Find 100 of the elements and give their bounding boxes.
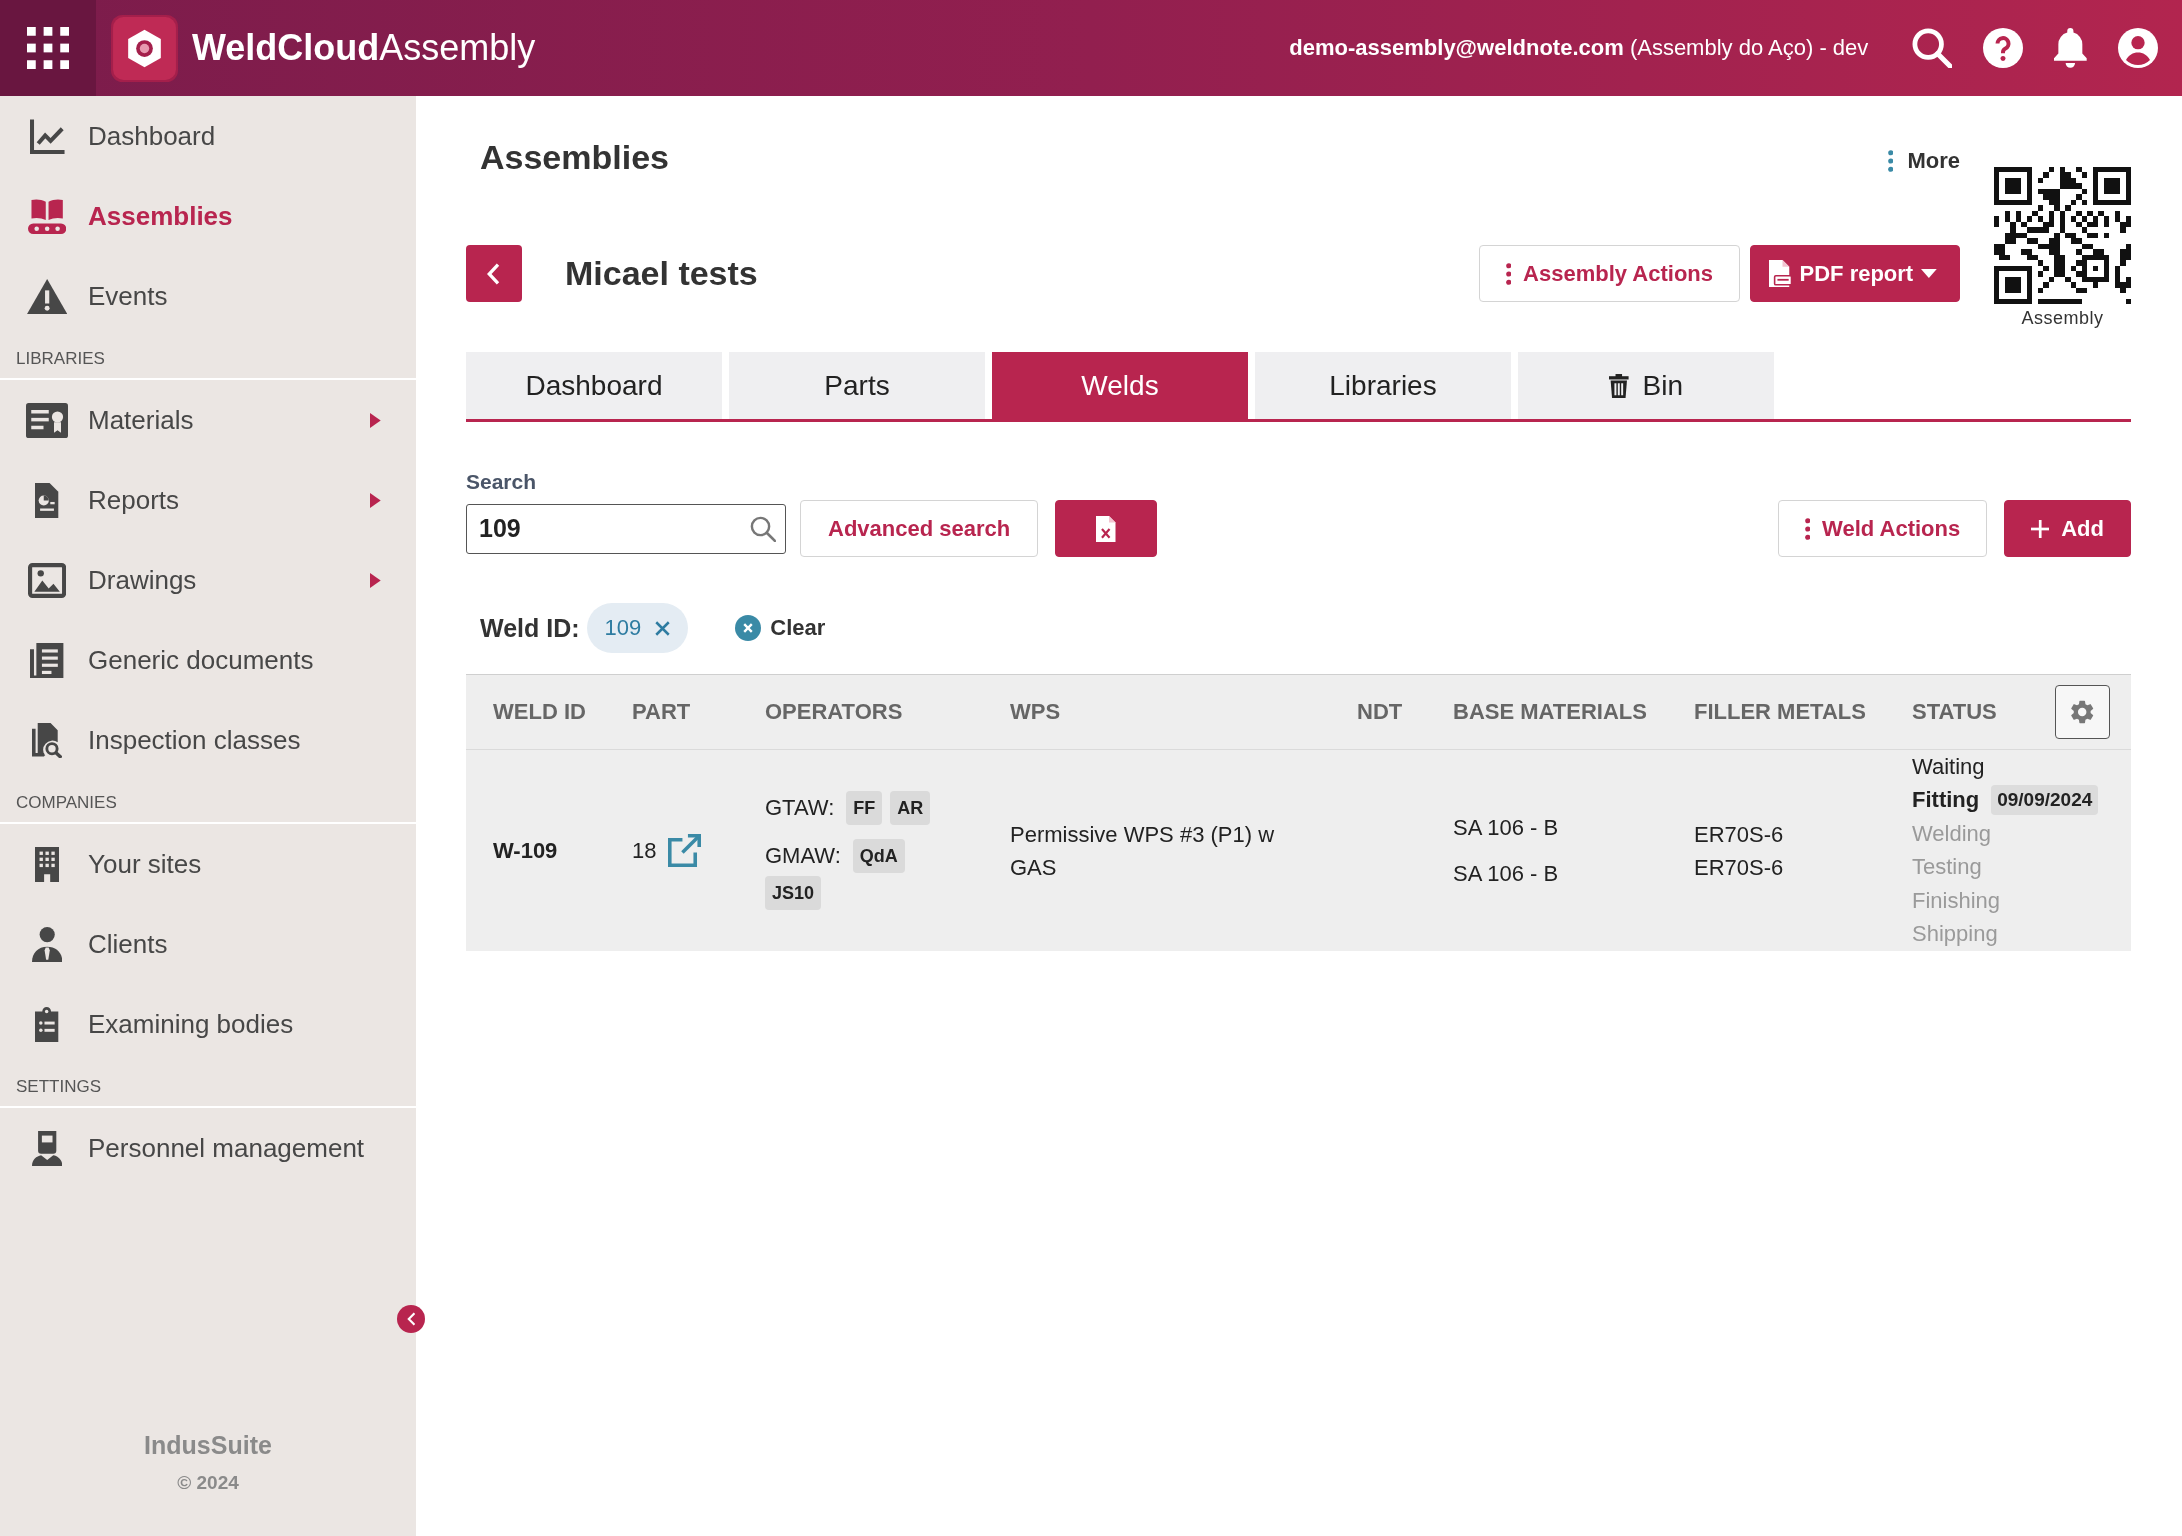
app-name: WeldCloudAssembly <box>192 27 536 69</box>
tab[interactable]: Libraries <box>1255 352 1511 419</box>
plus-icon <box>2031 519 2050 538</box>
report-icon <box>35 482 59 518</box>
advanced-search-button[interactable]: Advanced search <box>800 500 1039 557</box>
sidebar-link[interactable]: Personnel management <box>88 1132 365 1164</box>
sidebar-link[interactable]: Reports <box>88 484 180 516</box>
column-header: BASE MATERIALS <box>1453 699 1647 724</box>
external-link-icon[interactable] <box>668 834 702 867</box>
sidebar-link[interactable]: Examining bodies <box>88 1008 294 1040</box>
file-x-icon <box>1096 515 1116 542</box>
base-material: SA 106 - B <box>1453 814 1559 842</box>
sidebar-link[interactable]: Assemblies <box>88 200 233 232</box>
assembly-name: Micael tests <box>565 254 758 293</box>
status-stage: Finishing <box>1912 887 2001 914</box>
sidebar-link[interactable]: Drawings <box>88 564 197 596</box>
status-stage: Welding <box>1912 820 1992 847</box>
building-icon <box>34 846 60 882</box>
part-number: 18 <box>632 837 657 864</box>
status-stage: Testing <box>1912 854 1982 881</box>
person-tie-icon <box>31 926 63 962</box>
filler-metal: ER70S-6 <box>1694 853 1784 882</box>
chevron-left-icon <box>406 1312 416 1326</box>
pdf-file-icon <box>1769 260 1792 287</box>
caret-right-icon[interactable] <box>370 412 381 428</box>
search-icon <box>750 515 776 542</box>
status-stage: Fitting <box>1912 787 1980 814</box>
caret-down-icon <box>1921 269 1937 278</box>
caret-right-icon[interactable] <box>370 572 381 588</box>
weld-id: W-109 <box>493 837 558 863</box>
welder-tag: JS10 <box>765 876 822 910</box>
welder-tag: FF <box>846 791 883 825</box>
column-header: WPS <box>1010 699 1061 724</box>
clear-button[interactable]: Clear <box>735 615 826 641</box>
section-heading: LIBRARIES <box>16 348 105 370</box>
settings-button[interactable] <box>2055 685 2110 739</box>
welder-tag: AR <box>890 791 931 825</box>
caret-right-icon[interactable] <box>370 492 381 508</box>
column-header: PART <box>632 699 691 724</box>
sidebar-link[interactable]: Generic documents <box>88 644 314 676</box>
process-label: GMAW: <box>765 843 841 869</box>
chevron-left-icon <box>487 262 501 285</box>
apps-button[interactable] <box>0 0 96 96</box>
sidebar-link[interactable]: Inspection classes <box>88 724 301 756</box>
bell-icon[interactable] <box>2054 28 2087 68</box>
field-label: Search <box>466 470 537 494</box>
account-info: demo-assembly@weldnote.com (Assembly do Aço) - dev <box>1289 35 1869 61</box>
page-title: Assemblies <box>480 137 669 177</box>
tab[interactable]: Parts <box>729 352 985 419</box>
back-button[interactable] <box>466 245 522 302</box>
sidebar-link[interactable]: Clients <box>88 928 168 960</box>
book-conveyor-icon <box>27 198 67 234</box>
help-icon[interactable] <box>1983 28 2024 68</box>
status-stage: Shipping <box>1912 921 1998 948</box>
footer-brand: IndusSuite <box>144 1431 272 1460</box>
tab[interactable]: Dashboard <box>466 352 722 419</box>
wps-text: Permissive WPS #3 (P1) w GAS <box>1010 820 1276 882</box>
status-stage: Waiting <box>1912 753 1985 780</box>
section-heading: COMPANIES <box>16 792 117 814</box>
welder-mask-icon <box>31 1130 63 1166</box>
image-icon <box>27 562 67 598</box>
add-button[interactable]: Add <box>2004 500 2131 557</box>
certificate-icon <box>26 402 68 438</box>
kebab-icon <box>1804 517 1811 540</box>
base-material: SA 106 - B <box>1453 860 1559 888</box>
documents-icon <box>30 642 64 678</box>
section-heading: SETTINGS <box>16 1076 101 1098</box>
chart-line-icon <box>29 118 65 154</box>
warning-icon <box>26 278 68 314</box>
settings-icon <box>2071 700 2094 724</box>
sidebar-link[interactable]: Events <box>88 280 168 312</box>
filter-chip: 109 <box>586 603 689 653</box>
search-icon[interactable] <box>1912 28 1953 68</box>
sidebar-link[interactable]: Your sites <box>88 848 202 880</box>
column-header: STATUS <box>1912 699 1997 725</box>
export-button[interactable] <box>1055 500 1158 557</box>
column-header: OPERATORS <box>765 699 903 724</box>
pdf-report-button[interactable]: PDF report <box>1750 245 1960 302</box>
collapse-button[interactable] <box>397 1305 425 1333</box>
welder-tag: QdA <box>852 839 905 873</box>
column-header: WELD ID <box>493 699 586 724</box>
sidebar-link[interactable]: Materials <box>88 404 194 436</box>
column-header: FILLER METALS <box>1694 699 1866 724</box>
close-circle-icon <box>735 615 762 641</box>
qr-caption: Assembly <box>2021 308 2104 329</box>
tab[interactable]: Welds <box>992 352 1248 419</box>
filter-label: Weld ID: <box>480 613 580 643</box>
close-icon[interactable] <box>655 620 671 636</box>
tab[interactable]: Bin <box>1518 352 1774 419</box>
search-field[interactable]: 109 <box>466 503 786 554</box>
grid-icon <box>27 27 69 69</box>
sidebar-link[interactable]: Dashboard <box>88 120 216 152</box>
copyright-text: © 2024 <box>177 1472 239 1494</box>
clipboard-list-icon <box>35 1006 59 1042</box>
filler-metal: ER70S-6 <box>1694 820 1784 849</box>
more-button[interactable]: More <box>1887 148 1960 174</box>
user-icon[interactable] <box>2118 28 2158 68</box>
assembly-actions-button[interactable]: Assembly Actions <box>1478 245 1740 302</box>
weld-actions-button[interactable]: Weld Actions <box>1777 500 1988 557</box>
trash-icon <box>1608 373 1629 398</box>
